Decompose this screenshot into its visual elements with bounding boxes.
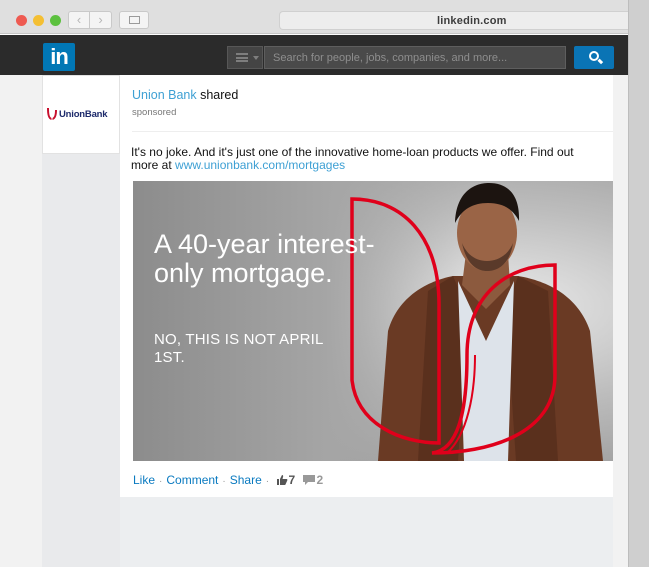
search-button[interactable] <box>574 46 614 69</box>
linkedin-logo[interactable]: in <box>43 43 75 71</box>
thumbs-up-icon[interactable] <box>276 474 288 486</box>
page-gutter-left <box>0 75 42 567</box>
back-arrow-icon[interactable]: ‹ <box>68 11 90 29</box>
comment-count: 2 <box>316 473 324 487</box>
like-count: 7 <box>288 473 296 487</box>
post-actions: Like · Comment · Share · 7 2 <box>133 473 323 487</box>
linkedin-header: in <box>0 35 628 75</box>
actor-name-link[interactable]: Union Bank <box>132 88 197 102</box>
browser-toolbar: ‹ › linkedin.com <box>0 0 628 34</box>
browser-window-edge <box>628 0 649 567</box>
union-bank-mark-icon <box>47 108 57 120</box>
address-text[interactable]: linkedin.com <box>437 15 507 27</box>
ad-headline: A 40-year interest-only mortgage. <box>154 229 375 288</box>
action-separator: · <box>159 476 163 487</box>
actor-action: shared <box>200 88 239 102</box>
post-body-link[interactable]: www.unionbank.com/mortgages <box>175 158 345 172</box>
page-below-post <box>120 497 613 567</box>
comment-link[interactable]: Comment <box>166 473 218 487</box>
forward-arrow-icon[interactable]: › <box>90 11 112 29</box>
action-separator: · <box>222 476 226 487</box>
ad-image[interactable]: A 40-year interest-only mortgage. NO, TH… <box>133 181 613 461</box>
zoom-window-button[interactable] <box>50 15 61 26</box>
share-link[interactable]: Share <box>230 473 262 487</box>
page-gutter-right <box>613 75 628 567</box>
post-divider <box>132 131 613 132</box>
page-column-left <box>42 154 120 567</box>
company-logo[interactable]: UnionBank <box>42 75 120 154</box>
post-actor: Union Bank shared <box>132 88 238 102</box>
sponsored-label: sponsored <box>132 107 177 118</box>
search-input[interactable] <box>264 46 566 69</box>
company-logo-text: UnionBank <box>59 109 108 120</box>
like-link[interactable]: Like <box>133 473 155 487</box>
comment-icon[interactable] <box>302 474 316 486</box>
minimize-window-button[interactable] <box>33 15 44 26</box>
ad-subline: NO, THIS IS NOT APRIL 1ST. <box>154 331 323 366</box>
action-separator: · <box>265 476 270 487</box>
sidebar-toggle-icon[interactable] <box>119 11 149 29</box>
post-body: It's no joke. And it's just one of the i… <box>131 146 601 172</box>
close-window-button[interactable] <box>16 15 27 26</box>
search-type-icon[interactable] <box>227 46 263 69</box>
